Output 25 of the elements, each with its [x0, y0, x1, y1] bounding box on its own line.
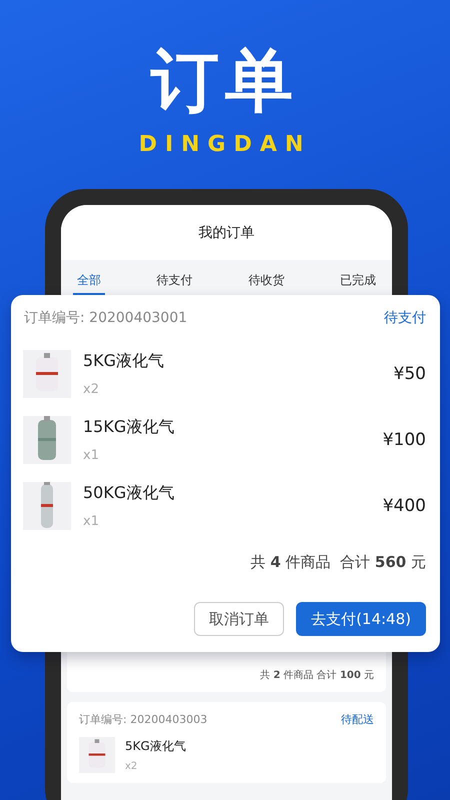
tab[interactable]: 待支付 — [152, 264, 197, 294]
product-price: ¥100 — [382, 430, 426, 450]
tab[interactable]: 已完成 — [336, 264, 380, 294]
order-summary: 共 2 件商品 合计 100 元 — [260, 668, 374, 682]
product-quantity: x2 — [125, 761, 138, 772]
product-quantity: x1 — [83, 448, 100, 463]
page-title: 订单 — [151, 42, 299, 122]
product-quantity: x1 — [83, 514, 100, 529]
product-quantity: x2 — [83, 382, 100, 397]
product-price: ¥50 — [394, 364, 426, 384]
tab[interactable]: 待收货 — [244, 264, 288, 294]
order-number: 订单编号: 20200403001 — [24, 309, 188, 327]
screen-title: 我的订单 — [198, 224, 254, 242]
order-status: 待配送 — [341, 712, 374, 727]
page-subtitle: DINGDAN — [138, 132, 312, 157]
product-price: ¥400 — [382, 496, 426, 516]
order-status: 待支付 — [384, 309, 426, 327]
product-name: 5KG液化气 — [125, 738, 186, 755]
cancel-button[interactable]: 取消订单 — [194, 602, 284, 636]
pay-button[interactable]: 去支付(14:48) — [296, 602, 426, 636]
order-number: 订单编号: 20200403003 — [79, 712, 208, 727]
product-name: 15KG液化气 — [83, 417, 176, 438]
order-summary: 共 4 件商品 合计 560 元 — [250, 553, 426, 572]
product-name: 5KG液化气 — [83, 351, 166, 372]
product-name: 50KG液化气 — [83, 483, 176, 504]
